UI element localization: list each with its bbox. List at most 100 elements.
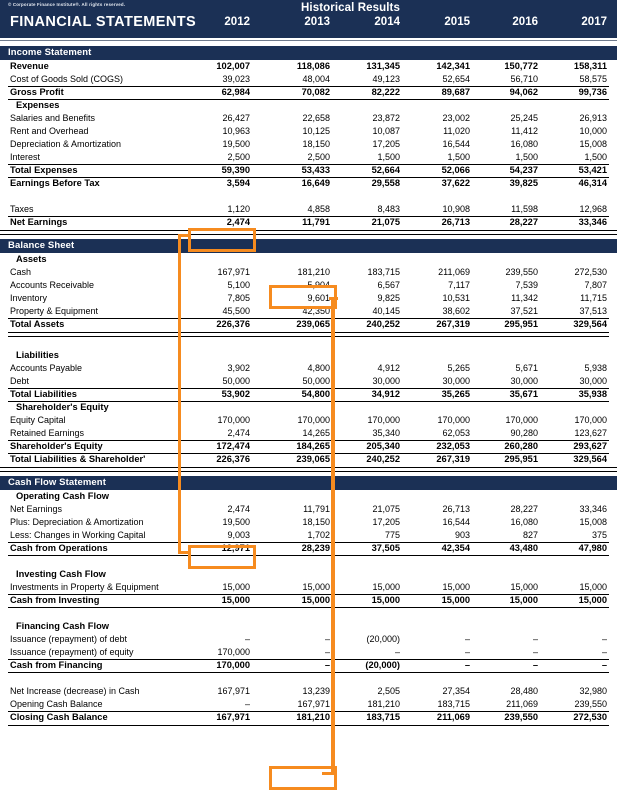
cell-value: 239,550: [505, 267, 538, 277]
cell-value: (20,000): [365, 660, 400, 670]
cell-value: 1,120: [227, 204, 250, 214]
table-row: Property & Equipment 45,500 42,350 40,145 38…: [0, 305, 617, 318]
row-label: Issuance (repayment) of debt: [10, 634, 128, 644]
cell-value: –: [601, 647, 607, 657]
cell-value: 50,000: [222, 376, 250, 386]
cell-value: 205,340: [366, 441, 400, 451]
row-label: Issuance (repayment) of equity: [10, 647, 134, 657]
table-row: Investments in Property & Equipment 15,00…: [0, 581, 617, 594]
row-label: Accounts Receivable: [10, 280, 95, 290]
cell-value: 50,000: [302, 376, 330, 386]
cell-value: 19,500: [222, 517, 250, 527]
cell-value: 170,000: [217, 647, 250, 657]
row-label: Equity Capital: [10, 415, 66, 425]
cell-value: 183,715: [437, 699, 470, 709]
cell-value: 42,354: [441, 543, 470, 553]
table-row: Rent and Overhead 10,963 10,125 10,087 11,02…: [0, 125, 617, 138]
cell-value: 1,500: [377, 152, 400, 162]
cell-value: –: [464, 647, 470, 657]
cell-value: 295,951: [504, 454, 538, 464]
cell-value: 2,500: [307, 152, 330, 162]
cell-value: 47,980: [578, 543, 607, 553]
cell-value: 33,346: [578, 217, 607, 227]
cell-value: 15,000: [371, 595, 400, 605]
cell-value: 37,521: [510, 306, 538, 316]
cell-value: 18,150: [302, 517, 330, 527]
cell-value: 59,390: [221, 165, 250, 175]
table-row: Net Increase (decrease) in Cash 167,971 13…: [0, 685, 617, 698]
cell-value: 15,000: [578, 595, 607, 605]
table-row: Revenue 102,007 118,086 131,345 142,341 150,7…: [0, 60, 617, 73]
cell-value: 22,658: [302, 113, 330, 123]
table-row: Financing Cash Flow: [0, 620, 617, 633]
table-row: Total Assets 226,376 239,065 240,252 267,319…: [0, 318, 617, 331]
cell-value: 11,598: [511, 204, 538, 214]
cell-value: 35,938: [578, 389, 607, 399]
cell-value: 5,938: [584, 363, 607, 373]
section-header-balance-sheet: Balance Sheet: [0, 239, 617, 253]
cell-value: 89,687: [441, 87, 470, 97]
cell-value: 49,123: [372, 74, 400, 84]
cell-value: 181,210: [367, 699, 400, 709]
row-label: Depreciation & Amortization: [10, 139, 122, 149]
cell-value: 267,319: [436, 454, 470, 464]
cell-value: 5,671: [515, 363, 538, 373]
cell-value: 10,125: [302, 126, 330, 136]
cell-value: 267,319: [436, 319, 470, 329]
cell-value: 170,000: [505, 415, 538, 425]
row-label: Investing Cash Flow: [16, 569, 106, 579]
cell-value: –: [601, 660, 607, 670]
cell-value: 232,053: [436, 441, 470, 451]
cell-value: 26,913: [579, 113, 607, 123]
cell-value: 1,500: [447, 152, 470, 162]
section-title: Cash Flow Statement: [8, 477, 106, 488]
cell-value: 11,715: [580, 293, 607, 303]
row-label: Less: Changes in Working Capital: [10, 530, 146, 540]
cell-value: 53,902: [221, 389, 250, 399]
table-row: Opening Cash Balance – 167,971 181,210 183,7…: [0, 698, 617, 711]
cell-value: 167,971: [217, 686, 250, 696]
table-row: Issuance (repayment) of debt – – (20,000) – –…: [0, 633, 617, 646]
table-row: Assets: [0, 253, 617, 266]
table-row: Total Liabilities & Shareholder' 226,376 2…: [0, 453, 617, 466]
table-row: [0, 555, 617, 568]
row-label: Financing Cash Flow: [16, 621, 109, 631]
table-row: Cost of Goods Sold (COGS) 39,023 48,004 49,…: [0, 73, 617, 86]
cell-value: 70,082: [301, 87, 330, 97]
cell-value: 4,858: [307, 204, 330, 214]
cell-value: –: [324, 660, 330, 670]
cell-value: 15,000: [442, 582, 470, 592]
cell-value: 40,145: [372, 306, 400, 316]
cell-value: –: [464, 634, 470, 644]
cell-value: 39,825: [509, 178, 538, 188]
section-title: Income Statement: [8, 47, 92, 58]
cell-value: 82,222: [371, 87, 400, 97]
table-row: Net Earnings 2,474 11,791 21,075 26,713 28,22…: [0, 216, 617, 229]
cell-value: 58,575: [579, 74, 607, 84]
cell-value: 18,150: [302, 139, 330, 149]
table-row: Plus: Depreciation & Amortization 19,500 1…: [0, 516, 617, 529]
cell-value: 15,000: [301, 595, 330, 605]
cell-value: 52,066: [441, 165, 470, 175]
row-label: Shareholder's Equity: [16, 402, 109, 412]
cell-value: –: [244, 634, 250, 644]
cell-value: 33,346: [579, 504, 607, 514]
cell-value: 167,971: [297, 699, 330, 709]
row-label: Investments in Property & Equipment: [10, 582, 159, 592]
cell-value: –: [324, 647, 330, 657]
cell-value: 158,311: [573, 61, 607, 71]
cell-value: 5,265: [447, 363, 470, 373]
cell-value: 5,904: [307, 280, 330, 290]
row-rule-below: [8, 725, 609, 726]
cell-value: 15,000: [509, 595, 538, 605]
row-label: Debt: [10, 376, 30, 386]
cell-value: 35,340: [372, 428, 400, 438]
cell-value: (20,000): [366, 634, 400, 644]
cell-value: 26,713: [442, 504, 470, 514]
cell-value: –: [532, 634, 538, 644]
table-row: Less: Changes in Working Capital 9,003 1,7…: [0, 529, 617, 542]
table-row: [0, 190, 617, 203]
cell-value: 7,117: [448, 280, 470, 290]
cell-value: 272,530: [574, 267, 607, 277]
cell-value: 5,100: [227, 280, 250, 290]
